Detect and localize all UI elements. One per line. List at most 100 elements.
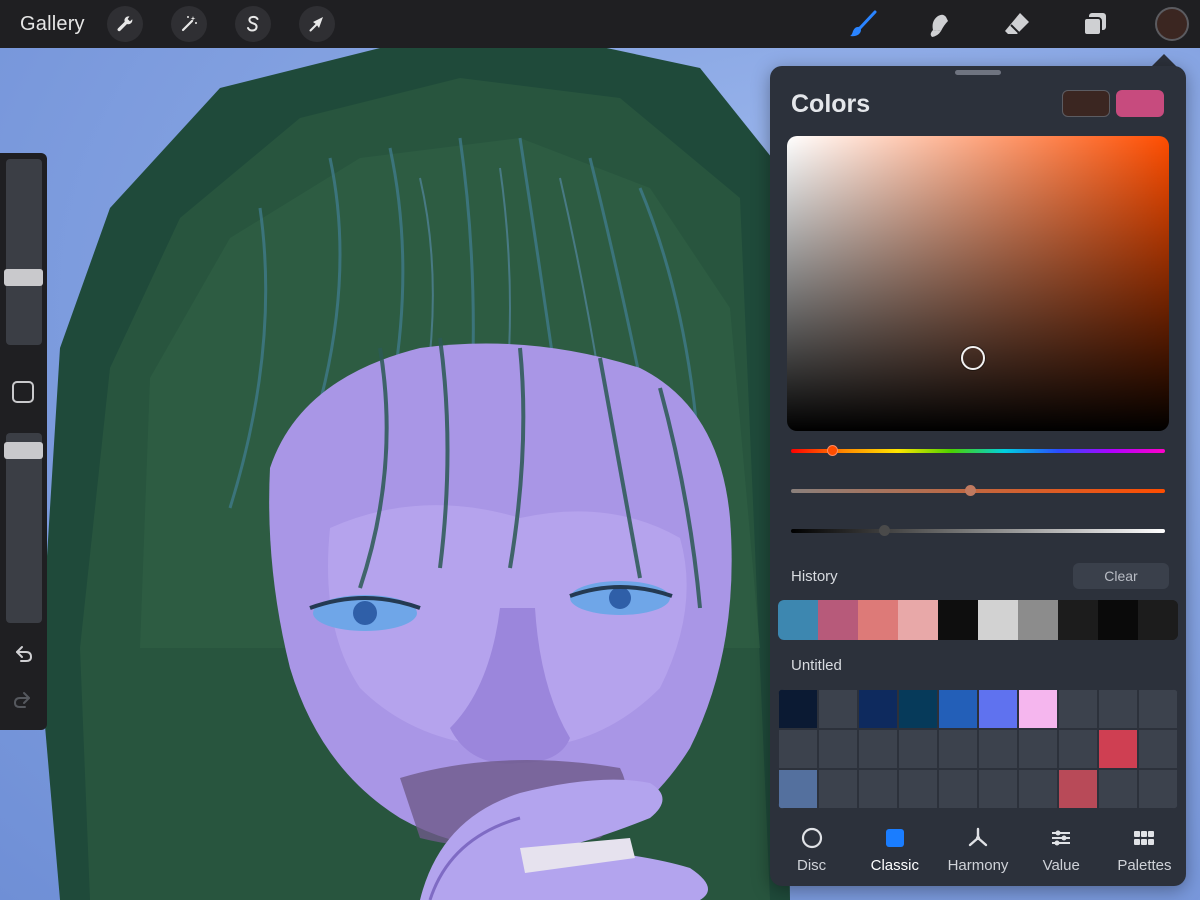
palette-swatch[interactable] [778,769,818,809]
saturation-brightness-picker[interactable] [787,136,1169,431]
palette-swatch[interactable] [898,769,938,809]
opacity-thumb[interactable] [4,441,43,459]
palette-swatch[interactable] [778,729,818,769]
palette-name[interactable]: Untitled [791,657,842,674]
layers-button[interactable] [1077,6,1113,42]
palette-swatch[interactable] [1138,769,1178,809]
history-swatches [778,600,1178,640]
history-swatch[interactable] [1098,600,1138,640]
palette-swatch[interactable] [1058,689,1098,729]
classic-square-icon [885,829,904,847]
saturation-slider[interactable] [791,485,1165,496]
selection-s-icon [247,15,259,32]
current-color-swatch [1062,90,1110,117]
palettes-grid-icon [1134,831,1155,845]
palette-swatch[interactable] [858,729,898,769]
hue-slider[interactable] [791,445,1165,456]
modify-button[interactable] [12,381,34,403]
history-swatch[interactable] [1138,600,1178,640]
tab-classic[interactable]: Classic [853,824,936,880]
panel-grabber[interactable] [955,70,1001,75]
disc-icon [801,827,822,849]
brightness-knob[interactable] [879,525,890,536]
tab-harmony[interactable]: Harmony [936,824,1019,880]
tab-label: Value [1042,857,1080,874]
history-swatch[interactable] [778,600,818,640]
panel-title: Colors [791,90,871,118]
eraser-icon [1005,13,1029,34]
palette-swatch[interactable] [978,689,1018,729]
redo-button[interactable] [10,687,36,713]
previous-color-swatch[interactable] [1116,90,1164,117]
palette-swatch[interactable] [898,729,938,769]
magic-wand-icon [181,16,197,32]
brush-size-thumb[interactable] [4,268,43,286]
hue-knob[interactable] [826,445,838,456]
palette-swatch[interactable] [938,689,978,729]
palette-grid [778,689,1178,809]
gallery-button[interactable]: Gallery [20,13,85,36]
palette-swatch[interactable] [778,689,818,729]
palette-swatch[interactable] [1098,689,1138,729]
palette-swatch[interactable] [1058,729,1098,769]
layers-icon [1083,13,1106,36]
palette-swatch[interactable] [1098,769,1138,809]
history-label: History [791,568,838,585]
palette-swatch[interactable] [818,769,858,809]
clear-history-button[interactable]: Clear [1073,563,1169,589]
palette-swatch[interactable] [938,729,978,769]
palette-swatch[interactable] [1018,769,1058,809]
history-swatch[interactable] [1018,600,1058,640]
palette-swatch[interactable] [1018,689,1058,729]
wrench-icon [117,16,133,32]
sliders-icon [1052,830,1071,846]
history-swatch[interactable] [898,600,938,640]
palette-swatch[interactable] [1138,729,1178,769]
tab-value[interactable]: Value [1020,824,1103,880]
harmony-icon [968,827,988,847]
tab-label: Classic [870,857,919,874]
colors-panel: Colors History Clear Untitled Disc Class… [770,66,1186,886]
adjustments-button[interactable] [171,6,207,42]
paint-brush-button[interactable] [845,6,881,42]
tab-disc[interactable]: Disc [770,824,853,880]
palette-swatch[interactable] [858,689,898,729]
palette-swatch[interactable] [938,769,978,809]
palette-swatch[interactable] [978,729,1018,769]
tab-palettes[interactable]: Palettes [1103,824,1186,880]
history-swatch[interactable] [858,600,898,640]
eraser-button[interactable] [999,6,1035,42]
palette-swatch[interactable] [1098,729,1138,769]
smudge-button[interactable] [921,6,957,42]
palette-swatch[interactable] [818,729,858,769]
palette-swatch[interactable] [1138,689,1178,729]
color-picker-knob[interactable] [961,346,985,370]
left-sidebar [0,153,47,730]
undo-button[interactable] [10,641,36,667]
redo-icon [13,692,30,708]
saturation-knob[interactable] [965,485,977,496]
history-swatch[interactable] [938,600,978,640]
palette-swatch[interactable] [858,769,898,809]
history-swatch[interactable] [1058,600,1098,640]
palette-swatch[interactable] [1058,769,1098,809]
arrow-transform-icon [309,17,323,32]
palette-swatch[interactable] [1018,729,1058,769]
undo-icon [16,646,33,662]
selection-button[interactable] [235,6,271,42]
current-color-button[interactable] [1155,7,1189,41]
opacity-slider[interactable] [4,433,43,623]
brush-size-slider[interactable] [4,159,43,345]
tab-label: Disc [797,857,827,874]
smudge-icon [930,14,948,37]
history-swatch[interactable] [818,600,858,640]
transform-button[interactable] [299,6,335,42]
color-mode-tabs: Disc Classic Harmony Value Palettes [770,824,1186,880]
actions-wrench-button[interactable] [107,6,143,42]
history-swatch[interactable] [978,600,1018,640]
palette-swatch[interactable] [978,769,1018,809]
brightness-slider[interactable] [791,525,1165,536]
top-toolbar: Gallery [0,0,1200,48]
palette-swatch[interactable] [818,689,858,729]
palette-swatch[interactable] [898,689,938,729]
